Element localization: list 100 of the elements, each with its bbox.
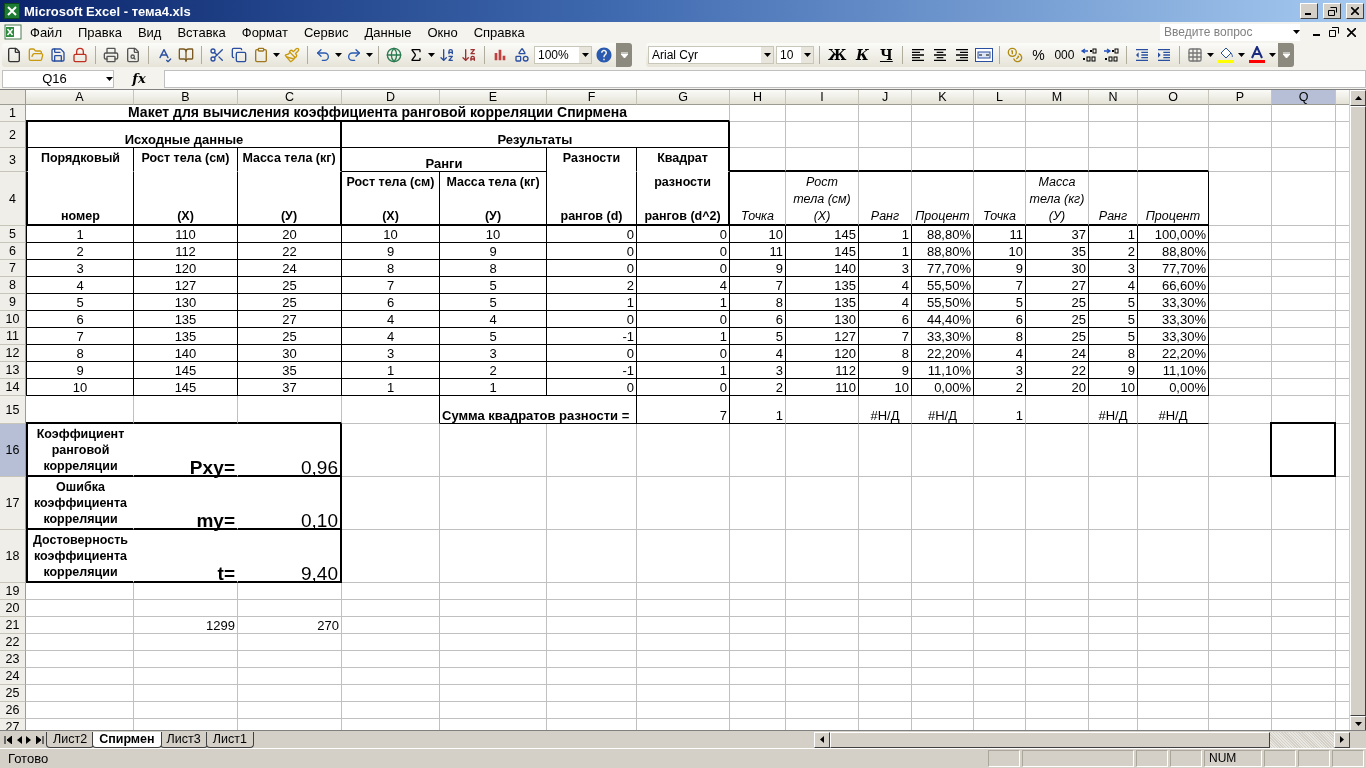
- menu-item[interactable]: Окно: [419, 22, 466, 42]
- menu-item[interactable]: Данные: [356, 22, 420, 42]
- align-right-icon[interactable]: [954, 47, 971, 63]
- sort-ascending-icon[interactable]: [439, 47, 455, 63]
- lock-icon[interactable]: [72, 47, 88, 63]
- sheet-tab[interactable]: Спирмен: [92, 731, 162, 748]
- row-header[interactable]: 25: [0, 685, 26, 702]
- menu-item[interactable]: Формат: [233, 22, 296, 42]
- sheet-tab[interactable]: Лист3: [159, 731, 208, 748]
- column-header[interactable]: N: [1089, 90, 1138, 105]
- menu-item[interactable]: Правка: [69, 22, 130, 42]
- next-sheet-icon[interactable]: [26, 735, 32, 744]
- increase-decimal-icon[interactable]: [1080, 47, 1099, 63]
- zoom-field[interactable]: 100%: [534, 46, 592, 64]
- row-header[interactable]: 4: [0, 172, 26, 226]
- column-header[interactable]: L: [974, 90, 1026, 105]
- paste-icon[interactable]: [253, 47, 269, 63]
- column-header[interactable]: P: [1209, 90, 1272, 105]
- column-header[interactable]: H: [730, 90, 786, 105]
- row-header[interactable]: 9: [0, 294, 26, 311]
- help-icon[interactable]: [595, 46, 613, 64]
- row-header[interactable]: 6: [0, 243, 26, 260]
- toolbar-options-icon[interactable]: [620, 52, 628, 58]
- shapes-icon[interactable]: [514, 47, 530, 63]
- font-color-icon[interactable]: [1248, 46, 1267, 64]
- row-header[interactable]: 23: [0, 651, 26, 668]
- font-field[interactable]: Arial Cyr: [648, 46, 774, 64]
- spreadsheet-icon[interactable]: [4, 24, 22, 40]
- column-header[interactable]: K: [912, 90, 974, 105]
- close-icon[interactable]: [1347, 27, 1356, 37]
- row-header[interactable]: 14: [0, 379, 26, 396]
- book-icon[interactable]: [178, 47, 194, 63]
- align-center-icon[interactable]: [932, 47, 949, 63]
- underline-button[interactable]: Ч: [875, 44, 898, 66]
- scroll-up-button[interactable]: [1350, 90, 1366, 106]
- column-header[interactable]: A: [26, 90, 134, 105]
- chart-icon[interactable]: [492, 47, 508, 63]
- select-all-corner[interactable]: [0, 90, 26, 105]
- row-header[interactable]: 26: [0, 702, 26, 719]
- menu-item[interactable]: Файл: [22, 22, 70, 42]
- restore-icon[interactable]: [1329, 27, 1339, 37]
- percent-button[interactable]: %: [1027, 44, 1050, 66]
- help-search-field[interactable]: Введите вопрос: [1159, 22, 1301, 42]
- row-header[interactable]: 11: [0, 328, 26, 345]
- caret-icon[interactable]: [1293, 30, 1300, 34]
- caret-icon[interactable]: [106, 76, 113, 81]
- indent-icon[interactable]: [1156, 47, 1173, 63]
- menu-item[interactable]: Справка: [465, 22, 533, 42]
- row-header[interactable]: 21: [0, 617, 26, 634]
- toolbar-options-icon[interactable]: [1282, 52, 1290, 58]
- new-document-icon[interactable]: [6, 47, 22, 63]
- row-header[interactable]: 15: [0, 396, 26, 424]
- row-header[interactable]: 16: [0, 424, 26, 477]
- print-preview-icon[interactable]: [125, 47, 141, 63]
- scroll-left-button[interactable]: [814, 731, 830, 748]
- caret-icon[interactable]: [803, 53, 811, 57]
- column-header[interactable]: F: [547, 90, 637, 105]
- column-header[interactable]: D: [342, 90, 440, 105]
- first-sheet-icon[interactable]: [4, 735, 12, 744]
- column-header[interactable]: C: [238, 90, 342, 105]
- column-header[interactable]: B: [134, 90, 238, 105]
- scrollbar-thumb[interactable]: [830, 731, 1270, 748]
- column-header[interactable]: J: [859, 90, 912, 105]
- row-header[interactable]: 10: [0, 311, 26, 328]
- caret-icon[interactable]: [273, 53, 280, 57]
- caret-icon[interactable]: [581, 53, 589, 57]
- printer-icon[interactable]: [103, 47, 119, 63]
- row-header[interactable]: 3: [0, 148, 26, 172]
- caret-icon[interactable]: [1269, 53, 1277, 57]
- column-header[interactable]: Q: [1272, 90, 1336, 105]
- scroll-right-button[interactable]: [1334, 731, 1350, 748]
- caret-icon[interactable]: [1207, 53, 1215, 57]
- row-header[interactable]: 20: [0, 600, 26, 617]
- save-icon[interactable]: [50, 47, 66, 63]
- caret-icon[interactable]: [1238, 53, 1246, 57]
- globe-icon[interactable]: [386, 47, 402, 63]
- column-header[interactable]: M: [1026, 90, 1089, 105]
- row-header[interactable]: 7: [0, 260, 26, 277]
- row-header[interactable]: 1: [0, 105, 26, 122]
- font-size-field[interactable]: 10: [776, 46, 814, 64]
- row-header[interactable]: 22: [0, 634, 26, 651]
- menu-item[interactable]: Вид: [129, 22, 170, 42]
- folder-icon[interactable]: [28, 47, 44, 63]
- cut-icon[interactable]: [209, 47, 225, 63]
- close-button[interactable]: [1346, 3, 1364, 19]
- row-header[interactable]: 2: [0, 122, 26, 148]
- fill-color-icon[interactable]: [1217, 46, 1236, 64]
- column-header[interactable]: O: [1138, 90, 1209, 105]
- caret-icon[interactable]: [428, 53, 435, 57]
- thousands-button[interactable]: 000: [1051, 44, 1078, 66]
- copy-icon[interactable]: [231, 47, 247, 63]
- last-sheet-icon[interactable]: [36, 735, 44, 744]
- column-header[interactable]: I: [786, 90, 859, 105]
- sheet-tab[interactable]: Лист1: [205, 731, 254, 748]
- borders-icon[interactable]: [1187, 47, 1204, 63]
- row-header[interactable]: 18: [0, 530, 26, 583]
- merge-center-icon[interactable]: [975, 48, 994, 62]
- caret-icon[interactable]: [335, 53, 342, 57]
- outdent-icon[interactable]: [1134, 47, 1151, 63]
- minimize-button[interactable]: [1300, 3, 1318, 19]
